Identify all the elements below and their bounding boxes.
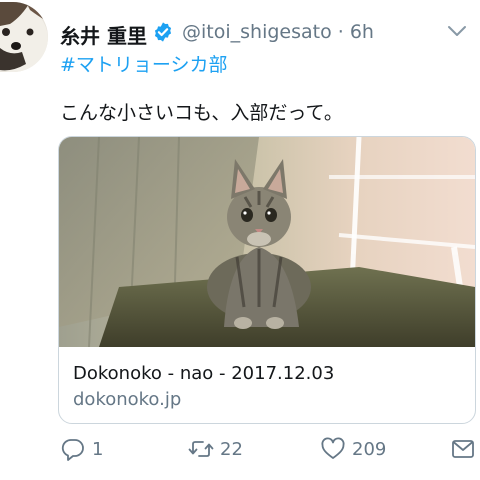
chevron-down-icon[interactable] bbox=[444, 18, 470, 44]
avatar[interactable] bbox=[0, 2, 48, 72]
like-icon bbox=[321, 437, 345, 459]
card-image-kitten bbox=[59, 137, 475, 347]
retweet-button[interactable]: 22 bbox=[188, 432, 243, 466]
link-card[interactable]: Dokonoko - nao - 2017.12.03 dokonoko.jp bbox=[58, 136, 476, 424]
verified-badge-icon bbox=[154, 22, 172, 42]
like-button[interactable]: 209 bbox=[320, 432, 386, 466]
tweet-text: こんな小さいコも、入部だって。 bbox=[60, 102, 343, 124]
retweet-icon bbox=[188, 441, 214, 457]
reply-button[interactable]: 1 bbox=[60, 432, 103, 466]
direct-message-icon bbox=[452, 440, 474, 458]
tweet-actions: 1 22 209 bbox=[0, 432, 480, 466]
tweet-header: 糸井 重里 @itoi_shigesato · 6h bbox=[60, 16, 480, 49]
author-name[interactable]: 糸井 重里 bbox=[60, 20, 147, 49]
direct-message-button[interactable] bbox=[450, 432, 476, 466]
author-handle-time[interactable]: @itoi_shigesato · 6h bbox=[182, 21, 374, 43]
reply-icon bbox=[61, 439, 84, 461]
dog-avatar-image bbox=[0, 2, 48, 72]
reply-count: 1 bbox=[92, 438, 104, 460]
hashtag-link[interactable]: #マトリョーシカ部 bbox=[60, 50, 228, 77]
card-title[interactable]: Dokonoko - nao - 2017.12.03 bbox=[73, 363, 334, 384]
card-domain[interactable]: dokonoko.jp bbox=[73, 389, 181, 410]
like-count: 209 bbox=[352, 438, 387, 460]
retweet-count: 22 bbox=[220, 438, 243, 460]
